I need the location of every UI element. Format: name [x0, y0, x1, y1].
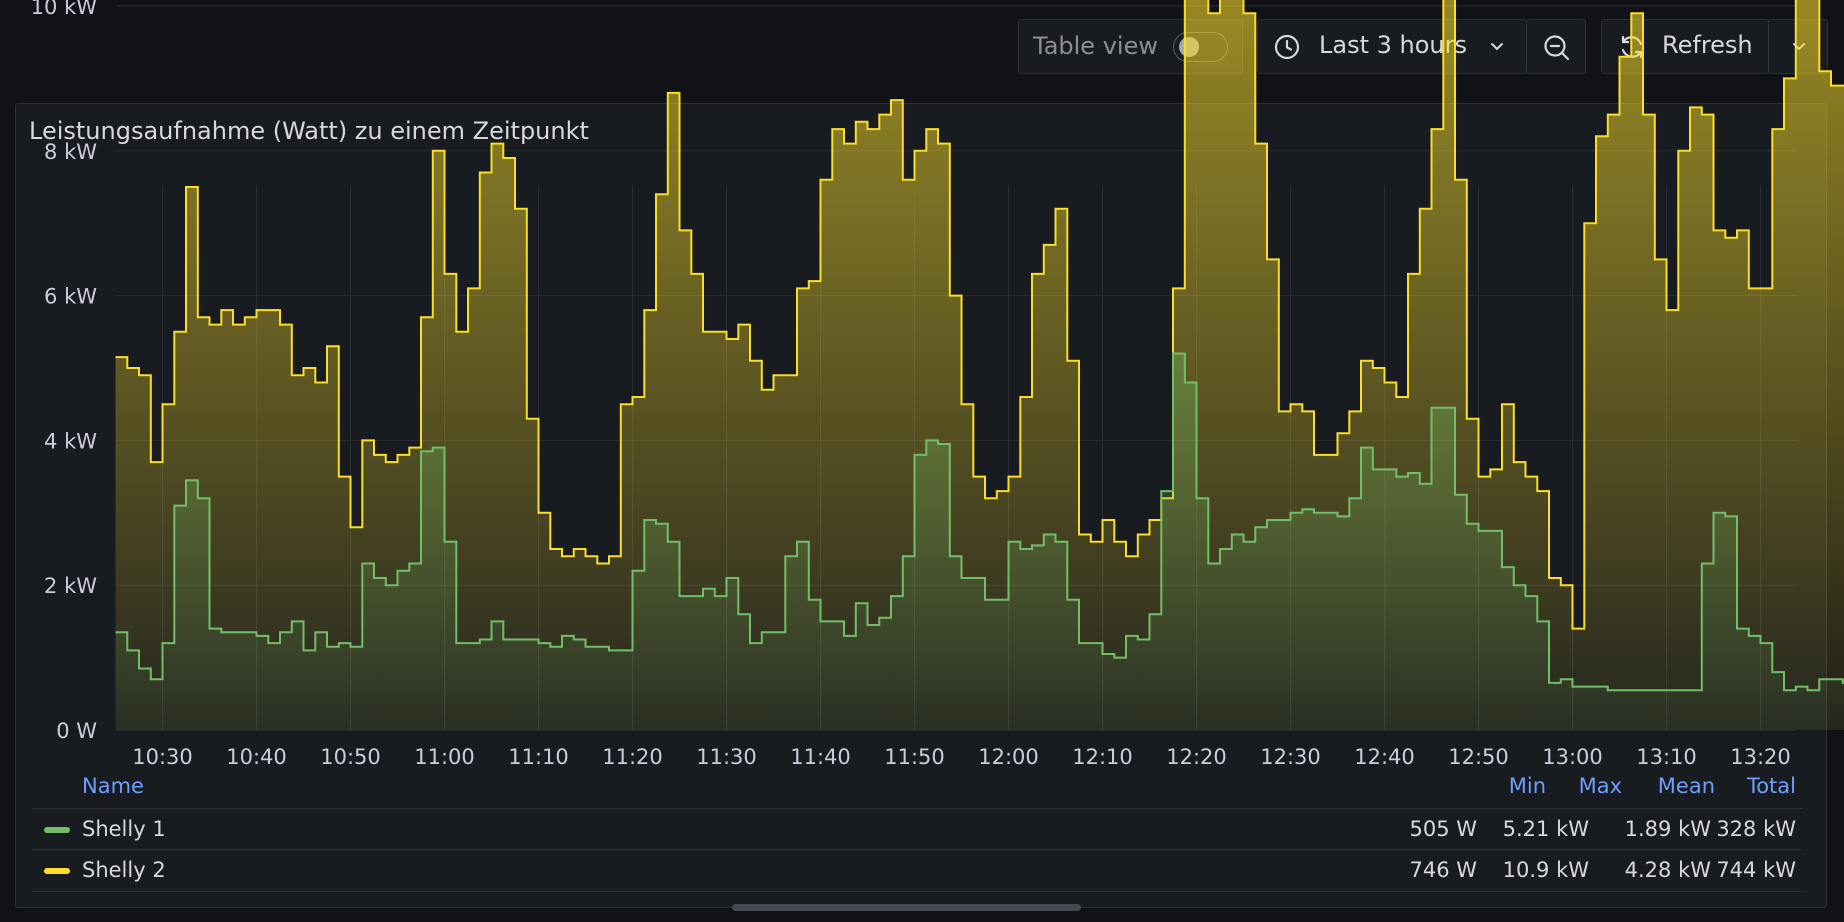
legend-row-shelly-2[interactable]: Shelly 2 746 W 10.9 kW 4.28 kW 744 kW	[32, 849, 1802, 892]
legend-header-name[interactable]: Name	[82, 774, 144, 798]
x-tick-label: 11:30	[696, 745, 757, 769]
x-tick-label: 11:40	[790, 745, 851, 769]
x-tick-label: 11:10	[508, 745, 569, 769]
y-tick-label: 4 kW	[44, 429, 97, 453]
legend-series-name[interactable]: Shelly 1	[82, 817, 166, 841]
x-tick-label: 13:20	[1730, 745, 1791, 769]
x-tick-label: 13:10	[1636, 745, 1697, 769]
x-tick-label: 12:20	[1166, 745, 1227, 769]
legend-total: 744 kW	[1716, 858, 1796, 882]
x-axis: 10:30 10:40 10:50 11:00 11:10 11:20 11:30 11:40…	[132, 745, 1791, 769]
y-axis: 0 W2 kW4 kW6 kW8 kW10 kW12 kW14 kW	[31, 0, 98, 743]
horizontal-scrollbar[interactable]	[732, 904, 1081, 911]
x-tick-label: 11:20	[602, 745, 663, 769]
legend-header-total[interactable]: Total	[1663, 774, 1796, 798]
series-color-swatch	[44, 827, 70, 833]
series-color-swatch	[44, 868, 70, 874]
legend-row-shelly-1[interactable]: Shelly 1 505 W 5.21 kW 1.89 kW 328 kW	[32, 808, 1802, 850]
x-tick-label: 11:50	[884, 745, 945, 769]
legend-series-name[interactable]: Shelly 2	[82, 858, 166, 882]
y-tick-label: 0 W	[56, 719, 97, 743]
x-tick-label: 13:00	[1542, 745, 1603, 769]
x-tick-label: 12:10	[1072, 745, 1133, 769]
x-tick-label: 10:40	[226, 745, 287, 769]
y-tick-label: 2 kW	[44, 574, 97, 598]
chart-series	[115, 0, 1844, 730]
legend-total: 328 kW	[1716, 817, 1796, 841]
x-tick-label: 12:40	[1354, 745, 1415, 769]
x-tick-label: 10:30	[132, 745, 193, 769]
chart-plot[interactable]: 0 W2 kW4 kW6 kW8 kW10 kW12 kW14 kW 10:30…	[0, 0, 1844, 780]
y-tick-label: 6 kW	[44, 285, 97, 309]
x-tick-label: 12:50	[1448, 745, 1509, 769]
x-tick-label: 12:00	[978, 745, 1039, 769]
x-tick-label: 12:30	[1260, 745, 1321, 769]
x-tick-label: 10:50	[320, 745, 381, 769]
y-tick-label: 10 kW	[31, 0, 98, 19]
y-tick-label: 8 kW	[44, 140, 97, 164]
x-tick-label: 11:00	[414, 745, 475, 769]
